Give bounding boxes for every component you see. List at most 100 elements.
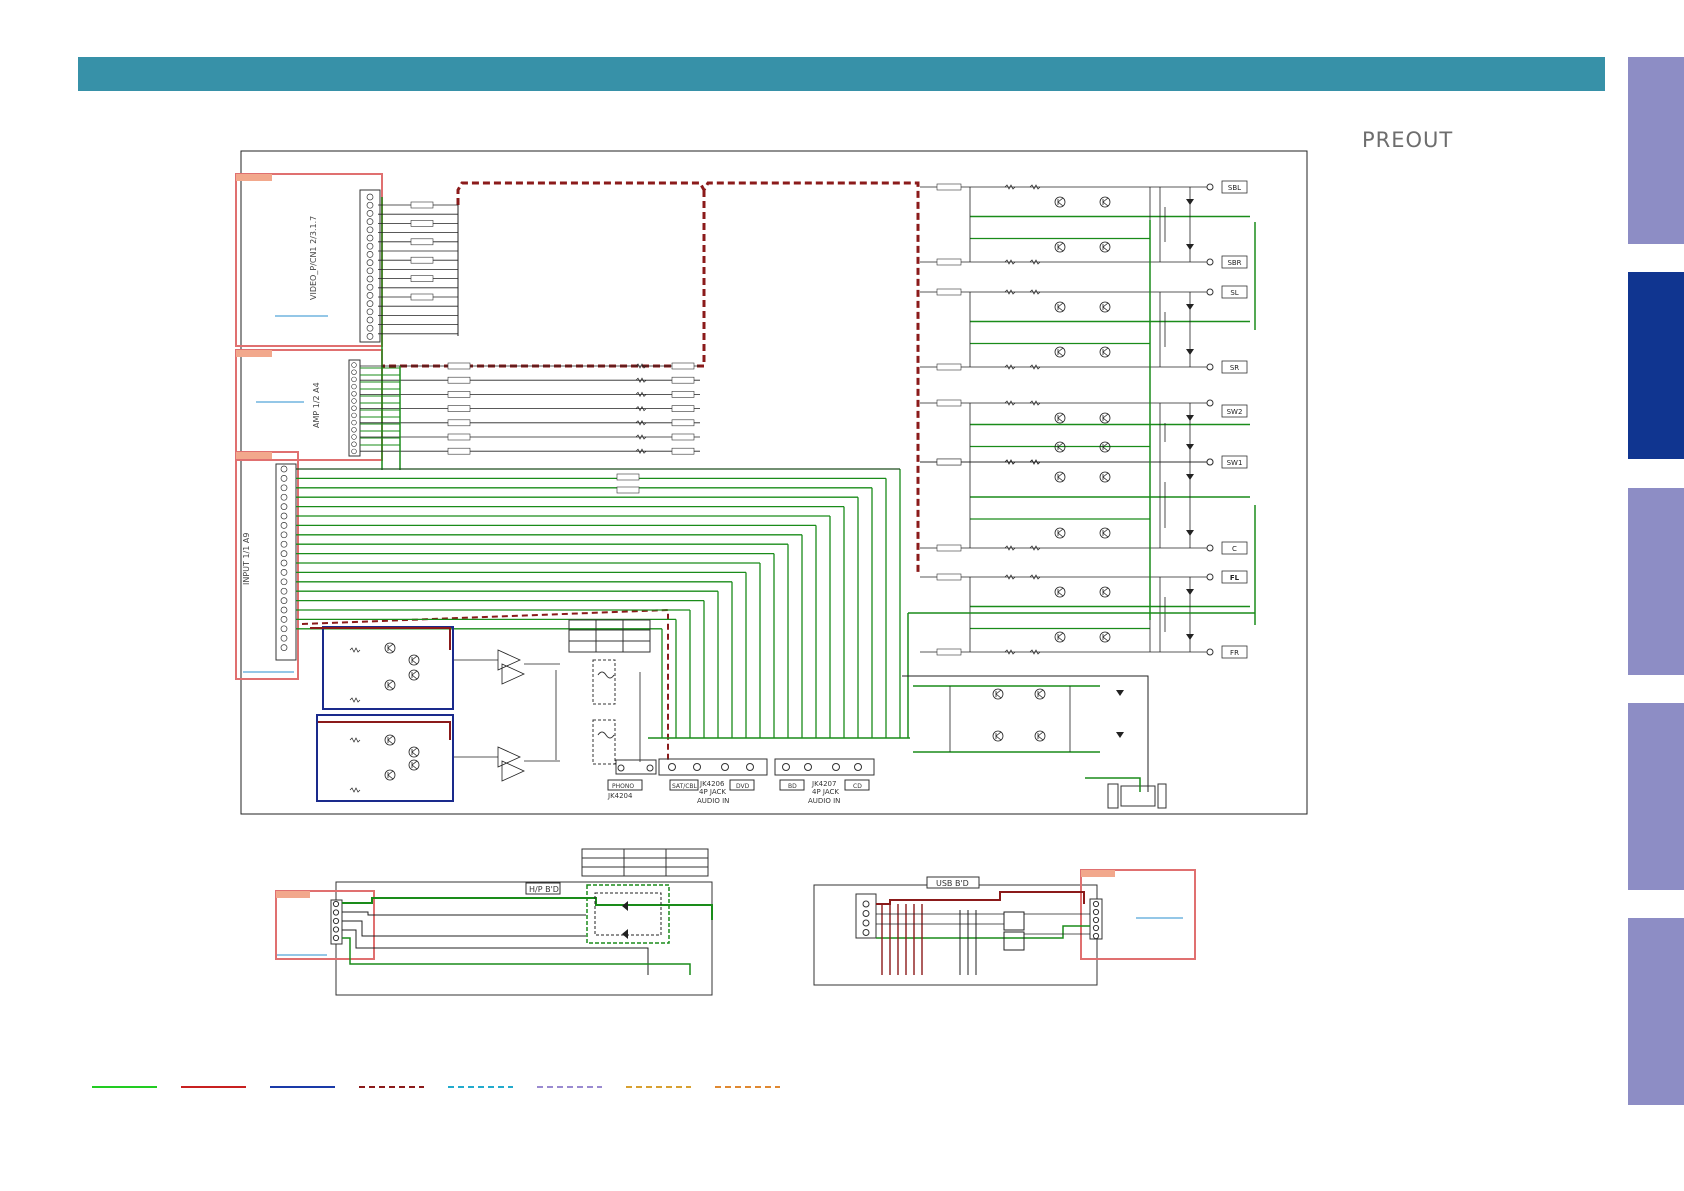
connector-pin — [862, 910, 870, 917]
transistor — [1099, 346, 1111, 358]
output-label-fr: FR — [1221, 645, 1248, 659]
connector-pin — [351, 412, 357, 419]
transistor — [1054, 586, 1066, 598]
transistor — [408, 669, 420, 681]
connector-pin — [351, 419, 357, 426]
connector-pin — [332, 900, 340, 908]
connector-pin — [280, 484, 288, 492]
connector-pin — [351, 441, 357, 447]
transistor — [1054, 346, 1066, 358]
transistor — [1054, 631, 1066, 643]
schematic-diagram: VIDEO_P/CN1 2/3.1.7 AMP 1/2 A4 INPUT 1/1… — [92, 150, 1308, 1088]
output-label-text: SR — [1230, 364, 1239, 372]
transistor — [1099, 586, 1111, 598]
transistor — [1054, 196, 1066, 208]
jk4206-port-dvd: DVD — [736, 783, 750, 790]
connector-pin — [366, 333, 374, 340]
output-label-sl: SL — [1221, 285, 1248, 299]
lower-amp-stage — [902, 675, 1167, 809]
connector-pin — [366, 193, 374, 201]
jk4206-caption: AUDIO IN — [697, 797, 729, 805]
hp-board-label: H/P B'D — [529, 885, 559, 894]
connector-pin — [280, 597, 288, 604]
jack-pin — [804, 763, 812, 771]
transistor — [1054, 241, 1066, 253]
connector-pin — [332, 926, 340, 933]
output-label-sbr: SBR — [1221, 255, 1248, 269]
connector-pin — [862, 900, 870, 908]
jk4204-label: JK4204 — [607, 792, 633, 800]
connector-pin — [366, 226, 374, 234]
phono-amp-section — [310, 619, 910, 802]
connector-pin — [280, 625, 288, 633]
hp-board: H/P B'D — [275, 848, 713, 996]
transistor — [384, 679, 396, 691]
output-label-sbl: SBL — [1221, 180, 1248, 194]
connector-pin — [351, 398, 357, 404]
transistor — [1099, 196, 1111, 208]
jk4207-port-cd: CD — [853, 783, 862, 790]
connector-pin — [351, 427, 357, 433]
connector-pin — [280, 503, 288, 510]
connector-pin — [366, 324, 374, 332]
connector-pin — [1092, 900, 1100, 908]
transistor — [1054, 301, 1066, 313]
jack-jk4206: SAT/CBL DVD JK4206 4P JACK AUDIO IN — [658, 758, 768, 805]
jk4207-label: JK4207 — [811, 780, 836, 788]
jack-pin — [782, 763, 790, 771]
op-amp — [454, 649, 560, 685]
output-label-sw1: SW1 — [1221, 455, 1248, 469]
connector-pin — [280, 569, 288, 576]
connector-pin — [280, 475, 288, 482]
connector-pin — [332, 934, 340, 942]
connector-pin — [366, 316, 374, 324]
output-stage — [920, 183, 1250, 266]
transistor — [992, 688, 1004, 700]
output-label-text: FR — [1230, 649, 1239, 657]
amp-connector-block: AMP 1/2 A4 — [235, 349, 383, 461]
connector-pin — [366, 259, 374, 266]
output-label-sr: SR — [1221, 360, 1248, 374]
transistor — [384, 642, 396, 654]
jk4207-sublabel: 4P JACK — [812, 788, 839, 796]
output-stage — [920, 288, 1250, 371]
connector-pin — [366, 210, 374, 217]
connector-pin — [280, 644, 288, 651]
usb-board: USB B'D — [813, 869, 1196, 986]
output-stage — [920, 458, 1250, 552]
transistor — [1054, 412, 1066, 424]
connector-pin — [366, 283, 374, 291]
jack-pin — [854, 763, 862, 771]
connector-pin — [351, 376, 357, 383]
connector-pin — [1092, 916, 1100, 924]
transistor — [1099, 631, 1111, 643]
connector-pin — [366, 251, 374, 258]
op-amp — [454, 746, 560, 782]
connector-pin — [280, 512, 288, 520]
jack-pin — [832, 763, 840, 771]
connector-pin — [366, 267, 374, 275]
transistor — [384, 769, 396, 781]
connector-pin — [280, 634, 288, 642]
jack-pin — [668, 763, 676, 771]
transistor — [1099, 241, 1111, 253]
connector-pin — [280, 531, 288, 539]
connector-pin — [366, 308, 374, 316]
transistor — [1099, 471, 1111, 483]
connector-pin — [280, 578, 288, 586]
output-stage — [920, 573, 1250, 656]
transistor — [992, 730, 1004, 742]
output-label-sw2: SW2 — [1221, 404, 1248, 418]
connector-pin — [280, 540, 288, 548]
transistor — [1054, 471, 1066, 483]
connector-pin — [1092, 932, 1100, 940]
connector-pin — [351, 383, 357, 390]
output-label-text: SW1 — [1227, 459, 1243, 467]
connector-pin — [332, 917, 340, 925]
transistor — [1034, 688, 1046, 700]
connector-pin — [351, 391, 357, 397]
output-label-text: SBL — [1228, 184, 1241, 192]
output-label-fl: FL — [1221, 570, 1248, 584]
output-stage — [920, 399, 1250, 466]
transistor — [1099, 527, 1111, 539]
